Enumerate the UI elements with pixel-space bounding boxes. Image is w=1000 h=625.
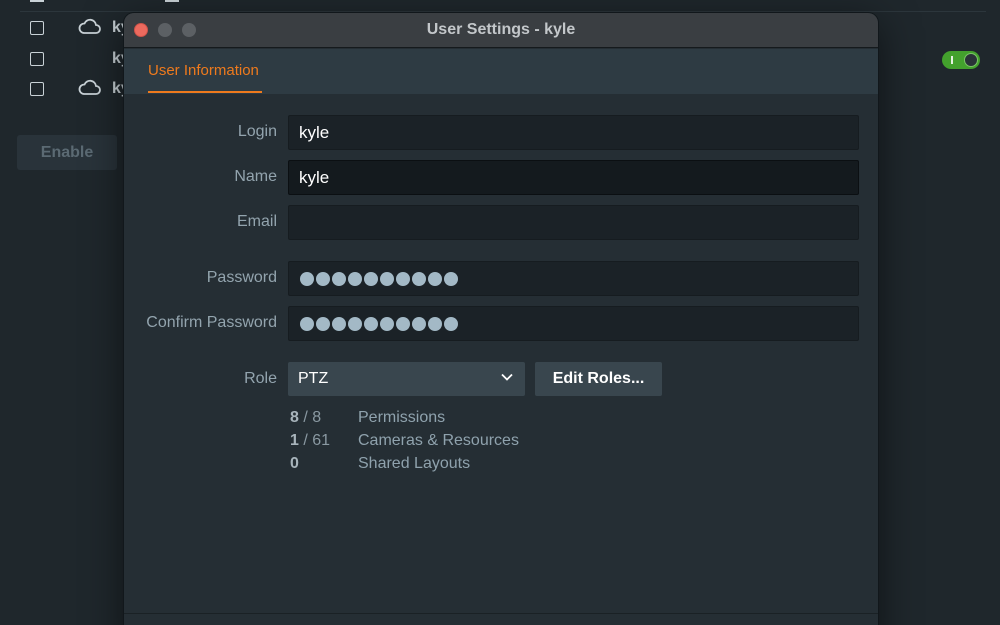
active-tab-indicator <box>148 91 262 93</box>
mask-dot <box>380 272 394 286</box>
mask-dot <box>300 317 314 331</box>
stat-current: 8 <box>290 409 299 426</box>
title-bar[interactable]: User Settings - kyle <box>124 13 878 48</box>
email-field[interactable] <box>288 205 859 240</box>
stat-current: 1 <box>290 432 299 449</box>
mask-dot <box>396 317 410 331</box>
tab-bar: User Information <box>124 49 878 94</box>
stat-label: Permissions <box>358 409 446 426</box>
dialog-title: User Settings - kyle <box>426 21 576 38</box>
name-label: Name <box>234 168 277 185</box>
user-settings-dialog: User Settings - kyle User Information Lo… <box>124 13 878 625</box>
enable-button[interactable]: Enable <box>17 135 117 170</box>
mask-dot <box>412 272 426 286</box>
mask-dot <box>412 317 426 331</box>
password-mask <box>300 272 458 286</box>
header-icon-partial <box>165 0 179 2</box>
mask-dot <box>364 272 378 286</box>
mask-dot <box>380 317 394 331</box>
toggle-on-mark <box>951 56 953 64</box>
login-label: Login <box>237 123 277 140</box>
dialog-footer-divider <box>124 613 878 614</box>
confirm-password-field[interactable] <box>288 306 859 341</box>
mask-dot <box>348 272 362 286</box>
cloud-icon <box>78 79 101 95</box>
tab-user-information[interactable]: User Information <box>148 49 259 94</box>
mask-dot <box>444 272 458 286</box>
confirm-password-label: Confirm Password <box>146 314 277 331</box>
role-select-value: PTZ <box>298 370 329 387</box>
stat-current: 0 <box>290 455 299 472</box>
mask-dot <box>300 272 314 286</box>
mask-dot <box>316 317 330 331</box>
row-checkbox[interactable] <box>30 82 44 96</box>
login-field[interactable]: kyle <box>288 115 859 150</box>
mask-dot <box>364 317 378 331</box>
role-select[interactable]: PTZ <box>288 362 525 396</box>
row-checkbox[interactable] <box>30 52 44 66</box>
mask-dot <box>444 317 458 331</box>
chevron-down-icon <box>501 373 513 381</box>
stat-label: Shared Layouts <box>358 455 471 472</box>
email-label: Email <box>236 213 277 230</box>
header-checkbox[interactable] <box>30 0 44 2</box>
toggle-knob <box>964 53 978 67</box>
stat-label: Cameras & Resources <box>358 432 519 449</box>
mask-dot <box>396 272 410 286</box>
cloud-icon <box>78 18 101 34</box>
mask-dot <box>316 272 330 286</box>
confirm-password-mask <box>300 317 458 331</box>
row-checkbox[interactable] <box>30 21 44 35</box>
edit-roles-button[interactable]: Edit Roles... <box>535 362 662 396</box>
user-enabled-toggle[interactable] <box>942 51 980 69</box>
list-header-divider <box>20 11 986 12</box>
password-label: Password <box>206 269 277 286</box>
mask-dot <box>332 317 346 331</box>
mask-dot <box>428 272 442 286</box>
stat-total: / 61 <box>303 432 331 449</box>
mask-dot <box>332 272 346 286</box>
password-field[interactable] <box>288 261 859 296</box>
mask-dot <box>428 317 442 331</box>
role-label: Role <box>244 370 277 387</box>
mask-dot <box>348 317 362 331</box>
name-field[interactable]: kyle <box>288 160 859 195</box>
stat-total: / 8 <box>303 409 322 426</box>
